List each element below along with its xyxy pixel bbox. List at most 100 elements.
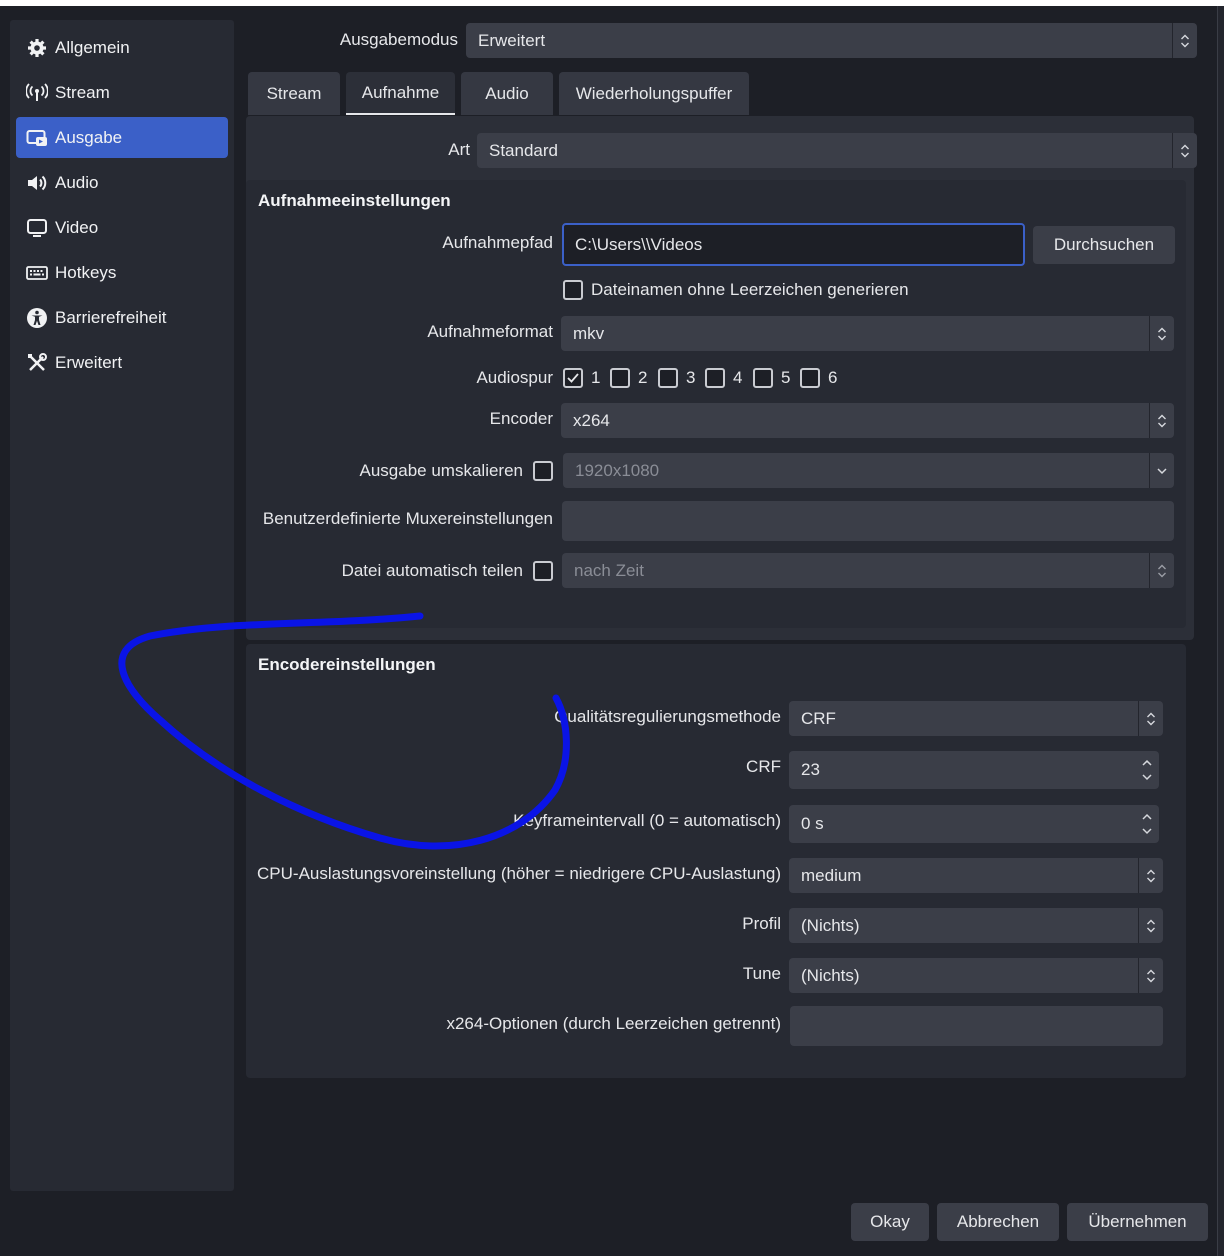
updown-arrows-icon: [1172, 133, 1197, 168]
sidebar-item-stream[interactable]: Stream: [16, 72, 228, 113]
type-select[interactable]: Standard: [477, 133, 1197, 168]
encoder-select[interactable]: x264: [561, 403, 1174, 438]
sidebar-item-allgemein[interactable]: Allgemein: [16, 27, 228, 68]
rescale-resolution-value: 1920x1080: [575, 460, 660, 480]
checkmark-icon: [567, 373, 579, 383]
audio-track-5-checkbox[interactable]: [753, 368, 773, 388]
updown-arrows-icon: [1149, 316, 1174, 351]
rate-control-label: Qualitätsregulierungsmethode: [554, 707, 781, 726]
tune-label: Tune: [742, 964, 781, 983]
tab-aufnahme[interactable]: Aufnahme: [346, 72, 455, 115]
encoder-value: x264: [573, 410, 610, 430]
recording-format-select[interactable]: mkv: [561, 316, 1174, 351]
antenna-icon: [26, 82, 48, 104]
audio-track-2-checkbox[interactable]: [610, 368, 630, 388]
sidebar-item-label: Barrierefreiheit: [55, 307, 167, 327]
cpu-preset-select[interactable]: medium: [789, 858, 1163, 893]
keyframe-interval-spinbox[interactable]: 0 s: [789, 805, 1159, 843]
sidebar-item-erweitert[interactable]: Erweitert: [16, 342, 228, 383]
tab-stream[interactable]: Stream: [248, 72, 340, 115]
rate-control-value: CRF: [801, 708, 836, 728]
profile-label: Profil: [742, 914, 781, 933]
keyframe-interval-label: Keyframeintervall (0 = automatisch): [513, 811, 781, 830]
crf-value: 23: [801, 760, 820, 779]
audio-track-5-label: 5: [781, 368, 791, 387]
recording-format-value: mkv: [573, 323, 605, 343]
output-mode-label: Ausgabemodus: [339, 30, 458, 49]
profile-select[interactable]: (Nichts): [789, 908, 1163, 943]
profile-value: (Nichts): [801, 915, 860, 935]
auto-split-select[interactable]: nach Zeit: [562, 553, 1174, 588]
audio-track-label: Audiospur: [476, 368, 553, 387]
keyboard-icon: [26, 262, 48, 284]
audio-track-6-label: 6: [828, 368, 838, 387]
tab-audio[interactable]: Audio: [461, 72, 553, 115]
cancel-button[interactable]: Abbrechen: [937, 1203, 1059, 1241]
audio-track-1-label: 1: [591, 368, 601, 387]
spin-arrows-icon[interactable]: [1135, 751, 1159, 789]
rate-control-select[interactable]: CRF: [789, 701, 1163, 736]
okay-button[interactable]: Okay: [851, 1203, 929, 1241]
settings-sidebar: Allgemein Stream Ausgabe Audio Video Hot…: [10, 20, 234, 1191]
x264-options-input[interactable]: [790, 1006, 1163, 1046]
tune-select[interactable]: (Nichts): [789, 958, 1163, 993]
no-space-filename-label: Dateinamen ohne Leerzeichen generieren: [591, 280, 909, 299]
crf-label: CRF: [746, 757, 781, 776]
rescale-output-label: Ausgabe umskalieren: [359, 461, 523, 480]
auto-split-checkbox[interactable]: [533, 561, 553, 581]
rescale-output-checkbox[interactable]: [533, 461, 553, 481]
audio-track-4-label: 4: [733, 368, 743, 387]
rescale-resolution-select[interactable]: 1920x1080: [563, 453, 1174, 488]
sidebar-item-ausgabe[interactable]: Ausgabe: [16, 117, 228, 158]
encoder-settings-title: Encodereinstellungen: [258, 655, 436, 674]
speaker-icon: [26, 172, 48, 194]
sidebar-item-barrierefreiheit[interactable]: Barrierefreiheit: [16, 297, 228, 338]
audio-track-3-checkbox[interactable]: [658, 368, 678, 388]
sidebar-item-video[interactable]: Video: [16, 207, 228, 248]
monitor-icon: [26, 217, 48, 239]
updown-arrows-icon: [1149, 403, 1174, 438]
updown-arrows-icon: [1138, 858, 1163, 893]
sidebar-item-label: Erweitert: [55, 352, 123, 372]
apply-button[interactable]: Übernehmen: [1067, 1203, 1208, 1241]
recording-path-input[interactable]: C:\Users\\Videos: [562, 223, 1025, 266]
recording-path-label: Aufnahmepfad: [442, 233, 553, 252]
output-mode-select[interactable]: Erweitert: [466, 23, 1197, 58]
cpu-preset-value: medium: [801, 865, 862, 885]
output-icon: [26, 127, 48, 149]
gear-icon: [26, 37, 48, 59]
audio-track-4-checkbox[interactable]: [705, 368, 725, 388]
output-mode-value: Erweitert: [478, 30, 546, 50]
auto-split-label: Datei automatisch teilen: [341, 561, 523, 580]
type-value: Standard: [489, 140, 558, 160]
recording-settings-title: Aufnahmeeinstellungen: [258, 191, 451, 210]
encoder-label: Encoder: [489, 409, 553, 428]
sidebar-item-label: Hotkeys: [55, 262, 117, 282]
recording-format-label: Aufnahmeformat: [427, 322, 553, 341]
audio-track-1-checkbox[interactable]: [563, 368, 583, 388]
sidebar-item-label: Audio: [55, 172, 99, 192]
updown-arrows-icon: [1149, 553, 1174, 588]
spin-arrows-icon[interactable]: [1135, 805, 1159, 843]
tune-value: (Nichts): [801, 965, 860, 985]
auto-split-value: nach Zeit: [574, 560, 644, 580]
window-top-edge: [0, 0, 1224, 6]
updown-arrows-icon: [1138, 908, 1163, 943]
cpu-preset-label: CPU-Auslastungsvoreinstellung (höher = n…: [257, 864, 781, 883]
audio-track-2-label: 2: [638, 368, 648, 387]
custom-muxer-input[interactable]: [562, 501, 1174, 541]
x264-options-label: x264-Optionen (durch Leerzeichen getrenn…: [446, 1014, 781, 1033]
no-space-filename-checkbox[interactable]: [563, 280, 583, 300]
keyframe-interval-value: 0 s: [801, 814, 824, 833]
sidebar-item-label: Stream: [55, 82, 110, 102]
sidebar-item-label: Video: [55, 217, 99, 237]
crf-spinbox[interactable]: 23: [789, 751, 1159, 789]
sidebar-item-hotkeys[interactable]: Hotkeys: [16, 252, 228, 293]
updown-arrows-icon: [1138, 958, 1163, 993]
sidebar-item-audio[interactable]: Audio: [16, 162, 228, 203]
audio-track-6-checkbox[interactable]: [800, 368, 820, 388]
browse-button[interactable]: Durchsuchen: [1033, 226, 1175, 264]
tools-icon: [26, 352, 48, 374]
type-label: Art: [448, 140, 470, 159]
tab-wiederholungspuffer[interactable]: Wiederholungspuffer: [559, 72, 749, 115]
